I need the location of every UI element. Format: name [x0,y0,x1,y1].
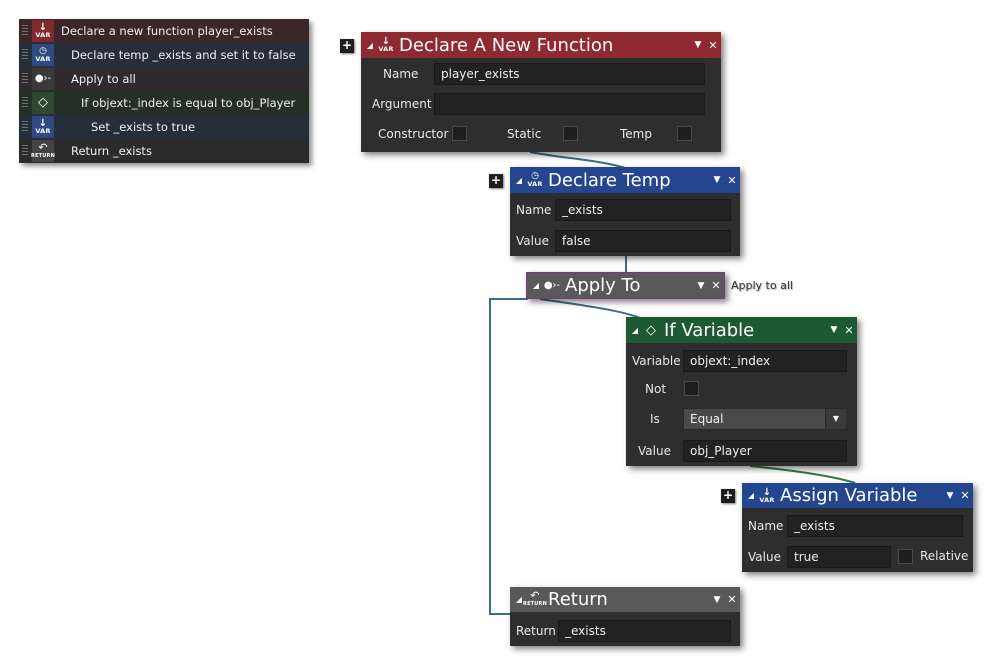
constructor-label: Constructor [378,127,449,141]
close-icon[interactable]: ✕ [724,174,740,187]
assign-variable-block: ◢ ↓ VAR Assign Variable ▼ ✕ Name _exists … [742,483,973,572]
temp-checkbox[interactable] [677,126,692,141]
temp-label: Temp [620,127,652,141]
close-icon[interactable]: ✕ [841,324,857,337]
if-variable-icon: ◇ [646,322,656,338]
close-icon[interactable]: ✕ [708,279,724,292]
add-block-button[interactable]: + [489,174,503,188]
comparison-select[interactable]: Equal ▼ [683,408,847,430]
static-checkbox[interactable] [563,126,578,141]
not-label: Not [645,382,667,396]
name-label: Name [516,203,552,217]
value-label: Value [748,550,781,564]
value-label: Value [516,234,549,248]
apply-to-block: ◢ ●›- Apply To ▼ ✕ [526,272,725,299]
assign-name-field[interactable]: _exists [787,515,963,537]
close-icon[interactable]: ✕ [724,593,740,606]
wire-if-to-assign [749,465,856,484]
chevron-down-icon[interactable]: ▼ [710,595,724,605]
declare-function-header[interactable]: ◢ ↓ VAR Declare A New Function ▼ ✕ [361,32,721,58]
block-title: Return [548,589,608,610]
value-label: Value [638,444,671,458]
constructor-checkbox[interactable] [452,126,467,141]
is-label: Is [650,412,660,426]
temp-var-icon: ◷ VAR [527,171,543,188]
collapse-triangle-icon[interactable]: ◢ [363,41,377,50]
wire-apply-to-return [489,298,528,615]
var-icon: ↓ VAR [759,486,775,504]
argument-label: Argument [372,97,432,111]
close-icon[interactable]: ✕ [705,39,721,52]
block-title: Declare Temp [548,169,671,191]
apply-to-target-label: Apply to all [731,279,793,292]
block-title: If Variable [664,319,755,341]
add-block-button[interactable]: + [340,39,354,53]
collapse-triangle-icon[interactable]: ◢ [744,491,758,500]
chevron-down-icon[interactable]: ▼ [825,409,846,429]
chevron-down-icon[interactable]: ▼ [827,325,841,335]
argument-field[interactable] [434,93,705,115]
chevron-down-icon[interactable]: ▼ [710,175,724,185]
assign-value-field[interactable]: true [787,546,891,568]
apply-to-icon: ●›- [543,280,561,291]
wire-apply-to-if [539,298,641,319]
block-title: Apply To [565,275,641,296]
block-title: Assign Variable [780,485,918,506]
add-block-button[interactable]: + [721,489,735,503]
assign-variable-header[interactable]: ◢ ↓ VAR Assign Variable ▼ ✕ [742,483,973,508]
chevron-down-icon[interactable]: ▼ [694,281,708,291]
if-variable-header[interactable]: ◢ ◇ If Variable ▼ ✕ [626,317,857,343]
declare-temp-header[interactable]: ◢ ◷ VAR Declare Temp ▼ ✕ [510,167,740,193]
close-icon[interactable]: ✕ [957,489,973,502]
block-title: Declare A New Function [399,34,614,56]
chevron-down-icon[interactable]: ▼ [943,491,957,501]
collapse-triangle-icon[interactable]: ◢ [512,176,526,185]
not-checkbox[interactable] [684,381,699,396]
comparison-select-value: Equal [690,412,724,426]
static-label: Static [507,127,542,141]
temp-value-field[interactable]: false [555,230,731,252]
return-label: Return [516,624,556,638]
var-icon: ↓ VAR [378,36,394,53]
variable-field[interactable]: objext:_index [683,350,847,372]
declare-function-block: ◢ ↓ VAR Declare A New Function ▼ ✕ Name p… [361,32,721,152]
declare-temp-block: ◢ ◷ VAR Declare Temp ▼ ✕ Name _exists Val… [510,167,740,256]
chevron-down-icon[interactable]: ▼ [691,40,705,50]
function-name-field[interactable]: player_exists [434,63,705,85]
if-variable-block: ◢ ◇ If Variable ▼ ✕ Variable objext:_ind… [626,317,857,466]
compare-value-field[interactable]: obj_Player [683,440,847,462]
relative-checkbox[interactable] [898,549,913,564]
temp-name-field[interactable]: _exists [555,199,731,221]
name-label: Name [383,67,419,81]
return-block: ◢ ↶ RETURN Return ▼ ✕ Return _exists [510,587,740,646]
relative-label: Relative [920,549,969,563]
return-header[interactable]: ◢ ↶ RETURN Return ▼ ✕ [510,587,740,612]
apply-to-header[interactable]: ◢ ●›- Apply To ▼ ✕ [527,273,724,298]
return-icon: ↶ RETURN [523,589,547,607]
wire-function-to-temp [529,151,626,169]
name-label: Name [748,519,784,533]
return-value-field[interactable]: _exists [558,620,731,642]
collapse-triangle-icon[interactable]: ◢ [628,326,642,335]
collapse-triangle-icon[interactable]: ◢ [529,281,543,290]
variable-label: Variable [632,354,681,368]
